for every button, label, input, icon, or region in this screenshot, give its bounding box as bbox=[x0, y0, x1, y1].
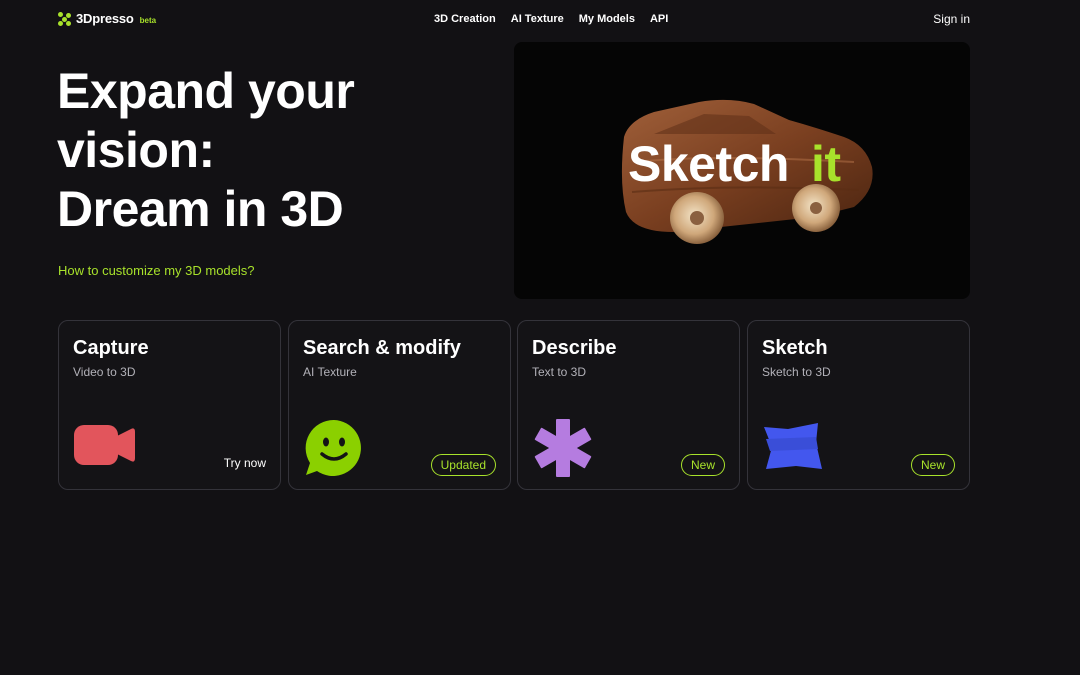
nav-link-ai-texture[interactable]: AI Texture bbox=[511, 13, 564, 25]
new-badge: New bbox=[680, 454, 725, 476]
card-subtitle: Video to 3D bbox=[73, 365, 136, 379]
card-subtitle: Text to 3D bbox=[532, 365, 587, 379]
sign-in-link[interactable]: Sign in bbox=[933, 12, 970, 26]
card-subtitle: Sketch to 3D bbox=[762, 365, 831, 379]
video-camera-icon bbox=[74, 425, 135, 465]
hero-video[interactable]: Sketch it bbox=[514, 42, 970, 299]
card-title: Capture bbox=[73, 337, 149, 359]
logo-icon bbox=[58, 11, 72, 26]
card-title: Describe bbox=[532, 337, 617, 359]
sketch-shape-icon bbox=[764, 423, 822, 469]
card-capture[interactable]: Capture Video to 3D Try now bbox=[58, 320, 281, 490]
top-nav: 3Dpresso beta 3D Creation AI Texture My … bbox=[0, 0, 1080, 40]
caption-word-accent: it bbox=[810, 136, 841, 192]
card-subtitle: AI Texture bbox=[303, 365, 357, 379]
nav-link-api[interactable]: API bbox=[650, 13, 668, 25]
asterisk-icon bbox=[534, 419, 592, 477]
card-sketch[interactable]: Sketch Sketch to 3D New bbox=[747, 320, 970, 490]
nav-links: 3D Creation AI Texture My Models API bbox=[434, 13, 668, 25]
customize-models-link[interactable]: How to customize my 3D models? bbox=[58, 263, 255, 278]
hero-title-line: Expand your bbox=[57, 63, 355, 119]
new-badge: New bbox=[910, 454, 955, 476]
logo[interactable]: 3Dpresso beta bbox=[58, 11, 156, 26]
card-title: Search & modify bbox=[303, 337, 461, 359]
card-search-modify[interactable]: Search & modify AI Texture Updated bbox=[288, 320, 511, 490]
hero-title-line: vision: bbox=[57, 122, 215, 178]
smiley-chat-icon bbox=[305, 419, 361, 476]
hero-title: Expand your vision: Dream in 3D bbox=[57, 62, 477, 239]
logo-beta-tag: beta bbox=[139, 15, 157, 25]
nav-link-3d-creation[interactable]: 3D Creation bbox=[434, 13, 496, 25]
hero-video-caption: Sketch it bbox=[628, 135, 841, 193]
nav-link-my-models[interactable]: My Models bbox=[579, 13, 635, 25]
card-title: Sketch bbox=[762, 337, 828, 359]
card-describe[interactable]: Describe Text to 3D New bbox=[517, 320, 740, 490]
try-now-button[interactable]: Try now bbox=[224, 456, 266, 470]
caption-word: Sketch bbox=[628, 136, 789, 192]
hero-title-line: Dream in 3D bbox=[57, 181, 344, 237]
updated-badge: Updated bbox=[430, 454, 496, 476]
logo-name: 3Dpresso bbox=[76, 11, 134, 26]
